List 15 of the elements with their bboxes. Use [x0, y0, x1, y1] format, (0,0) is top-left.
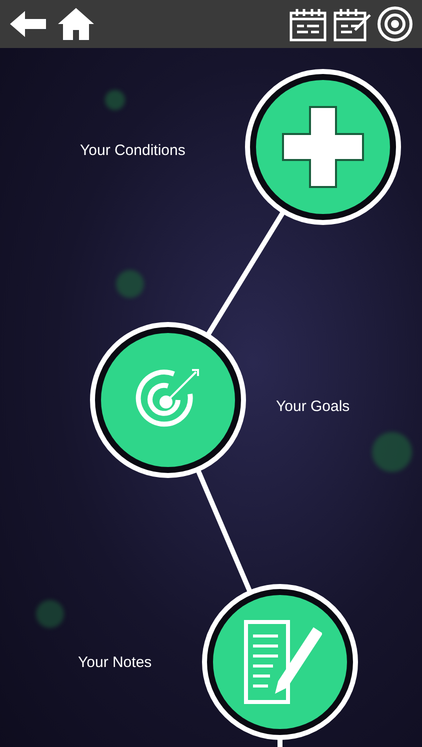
node-label: Your Notes — [78, 653, 152, 673]
target-icon — [376, 5, 414, 43]
back-button[interactable] — [8, 9, 48, 39]
connector-line — [278, 739, 282, 747]
node-label: Your Goals — [276, 397, 350, 417]
home-button[interactable] — [56, 6, 96, 42]
back-arrow-icon — [8, 9, 48, 39]
goals-button[interactable] — [376, 5, 414, 43]
calendar-icon — [288, 6, 328, 42]
node-label: Your Conditions — [80, 141, 186, 161]
calendar-button[interactable] — [288, 6, 328, 42]
cross-icon — [280, 104, 366, 190]
calendar-edit-button[interactable] — [332, 6, 372, 42]
home-icon — [56, 6, 96, 42]
calendar-pencil-icon — [332, 6, 372, 42]
